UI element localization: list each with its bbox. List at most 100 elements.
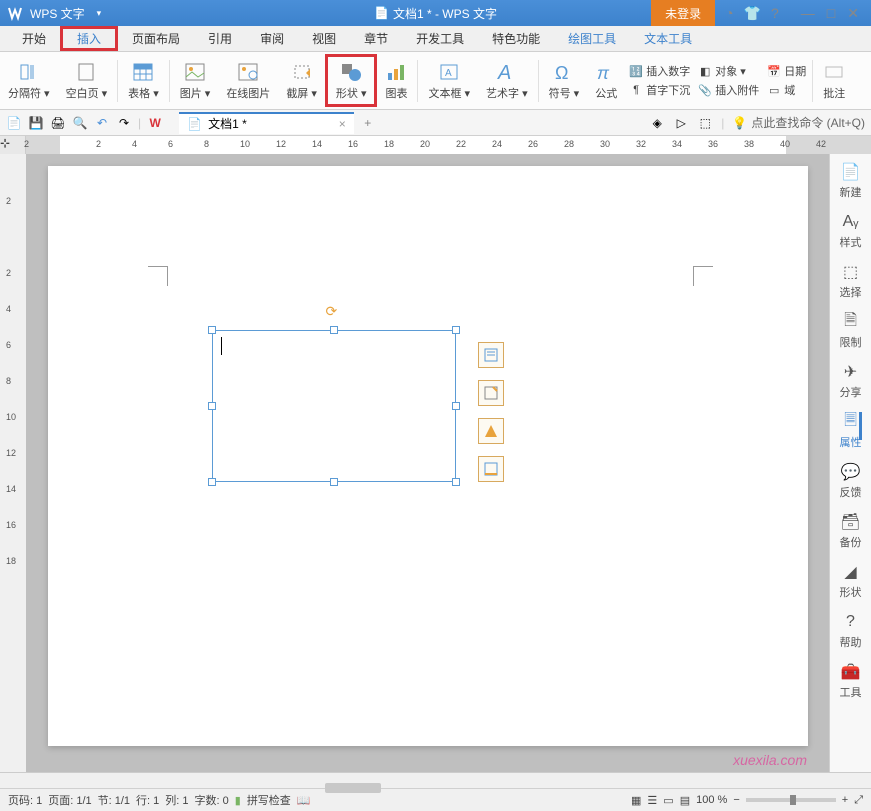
blank-page-button[interactable]: 空白页 ▾ [58, 54, 116, 107]
tab-text-tools[interactable]: 文本工具 [630, 26, 706, 51]
annotate-button[interactable]: 批注 [815, 54, 853, 107]
shape-outline-button[interactable] [478, 418, 504, 444]
selected-textbox[interactable]: ⟳ [212, 330, 456, 482]
resize-handle-e[interactable] [452, 402, 460, 410]
insert-number-button[interactable]: 🔢插入数字 [629, 63, 690, 80]
sidepanel-shape[interactable]: ◢形状 [840, 562, 862, 600]
zoom-slider[interactable] [746, 798, 836, 802]
status-page[interactable]: 页码: 1 [8, 792, 42, 808]
print-preview-icon[interactable]: 🔍 [72, 115, 88, 131]
redo-icon[interactable]: ↷ [116, 115, 132, 131]
tab-developer[interactable]: 开发工具 [402, 26, 478, 51]
zoom-out-button[interactable]: − [733, 794, 739, 806]
save-icon[interactable]: 💾 [28, 115, 44, 131]
resize-handle-w[interactable] [208, 402, 216, 410]
sidepanel-limit[interactable]: 🗎限制 [840, 312, 862, 350]
scrollbar-horizontal[interactable] [0, 772, 871, 788]
sidepanel-style[interactable]: Aᵧ样式 [840, 212, 862, 250]
command-search[interactable]: 💡 点此查找命令 (Alt+Q) [732, 114, 865, 131]
sidepanel-new[interactable]: 📄新建 [840, 162, 862, 200]
tab-review[interactable]: 审阅 [246, 26, 298, 51]
ruler-corner[interactable]: ⊹ [0, 136, 26, 154]
help-icon[interactable]: ? [771, 5, 779, 22]
canvas[interactable]: ⟳ xuexila.com [26, 154, 829, 772]
tab-layout[interactable]: 页面布局 [118, 26, 194, 51]
add-tab-icon[interactable]: + [360, 115, 376, 131]
tab-special[interactable]: 特色功能 [478, 26, 554, 51]
nav-icon[interactable]: ◈ [649, 115, 665, 131]
status-col[interactable]: 列: 1 [165, 792, 188, 808]
status-line[interactable]: 行: 1 [136, 792, 159, 808]
mode-icon[interactable]: ⬚ [697, 115, 713, 131]
ruler-horizontal[interactable]: ⊹ 22468101214161820222426283032343638404… [0, 136, 871, 154]
zoom-value[interactable]: 100 % [696, 794, 727, 806]
app-menu-dropdown-icon[interactable]: ▾ [97, 8, 102, 19]
separator-button[interactable]: 分隔符 ▾ [0, 54, 58, 107]
new-doc-icon[interactable]: 📄 [6, 115, 22, 131]
fit-page-icon[interactable]: ⤢ [854, 794, 863, 807]
wps-icon[interactable]: W [147, 115, 163, 131]
view-page-icon[interactable]: ▦ [631, 794, 641, 807]
page[interactable]: ⟳ [48, 166, 808, 746]
resize-handle-s[interactable] [330, 478, 338, 486]
print-icon[interactable]: 🖨 [50, 115, 66, 131]
attachment-button[interactable]: 📎插入附件 [698, 82, 759, 99]
status-pages[interactable]: 页面: 1/1 [48, 792, 91, 808]
date-button[interactable]: 📅日期 [767, 63, 806, 80]
rotate-handle-icon[interactable]: ⟳ [326, 303, 342, 319]
tshirt-icon[interactable]: 👕 [744, 5, 761, 22]
doc-tab-close-icon[interactable]: × [339, 117, 346, 131]
object-button[interactable]: ◧对象 ▾ [698, 63, 759, 80]
shape-effects-button[interactable] [478, 456, 504, 482]
zoom-in-button[interactable]: + [842, 794, 848, 806]
sidepanel-property[interactable]: 🗏属性 [840, 412, 862, 450]
tab-start[interactable]: 开始 [8, 26, 60, 51]
view-web-icon[interactable]: ▭ [663, 794, 673, 807]
view-read-icon[interactable]: ▤ [680, 794, 690, 807]
tab-insert[interactable]: 插入 [60, 26, 118, 51]
skin-icon[interactable]: ◔ [725, 5, 733, 22]
sidepanel-select[interactable]: ⬚选择 [840, 262, 862, 300]
undo-icon[interactable]: ↶ [94, 115, 110, 131]
resize-handle-se[interactable] [452, 478, 460, 486]
login-button[interactable]: 未登录 [651, 0, 715, 26]
tab-chapter[interactable]: 章节 [350, 26, 402, 51]
document-tab[interactable]: 📄 文档1 * × [179, 112, 354, 134]
resize-handle-sw[interactable] [208, 478, 216, 486]
field-button[interactable]: ▭域 [767, 82, 806, 99]
status-spell[interactable]: 拼写检查 [247, 792, 291, 808]
resize-handle-ne[interactable] [452, 326, 460, 334]
resize-handle-nw[interactable] [208, 326, 216, 334]
minimize-button[interactable]: — [801, 5, 815, 22]
formula-button[interactable]: π 公式 [587, 54, 625, 107]
doc-check-icon[interactable]: 📖 [297, 794, 311, 807]
status-words[interactable]: 字数: 0 [195, 792, 229, 808]
spellcheck-indicator[interactable]: ▮ [235, 794, 241, 807]
sidepanel-share[interactable]: ✈分享 [840, 362, 862, 400]
wordart-button[interactable]: A 艺术字 ▾ [478, 54, 536, 107]
sidepanel-tool[interactable]: 🧰工具 [840, 662, 862, 700]
screenshot-button[interactable]: 截屏 ▾ [278, 54, 325, 107]
cloud-icon[interactable]: ▷ [673, 115, 689, 131]
ruler-vertical[interactable]: 224681012141618 [0, 154, 26, 772]
resize-handle-n[interactable] [330, 326, 338, 334]
close-button[interactable]: ✕ [847, 5, 859, 22]
status-section[interactable]: 节: 1/1 [98, 792, 130, 808]
textbox-button[interactable]: A 文本框 ▾ [420, 54, 478, 107]
symbol-button[interactable]: Ω 符号 ▾ [541, 54, 588, 107]
maximize-button[interactable]: □ [827, 5, 835, 22]
sidepanel-help[interactable]: ?帮助 [840, 612, 862, 650]
tab-view[interactable]: 视图 [298, 26, 350, 51]
sidepanel-backup[interactable]: 🗃备份 [840, 512, 862, 550]
tab-references[interactable]: 引用 [194, 26, 246, 51]
tab-drawing-tools[interactable]: 绘图工具 [554, 26, 630, 51]
sidepanel-feedback[interactable]: 💬反馈 [840, 462, 862, 500]
picture-button[interactable]: 图片 ▾ [172, 54, 219, 107]
view-outline-icon[interactable]: ☰ [647, 794, 657, 807]
scrollbar-thumb[interactable] [325, 783, 381, 793]
dropcap-button[interactable]: ¶首字下沉 [629, 82, 690, 99]
table-button[interactable]: 表格 ▾ [120, 54, 167, 107]
shape-fill-button[interactable] [478, 380, 504, 406]
online-picture-button[interactable]: 在线图片 [218, 54, 278, 107]
layout-options-button[interactable] [478, 342, 504, 368]
